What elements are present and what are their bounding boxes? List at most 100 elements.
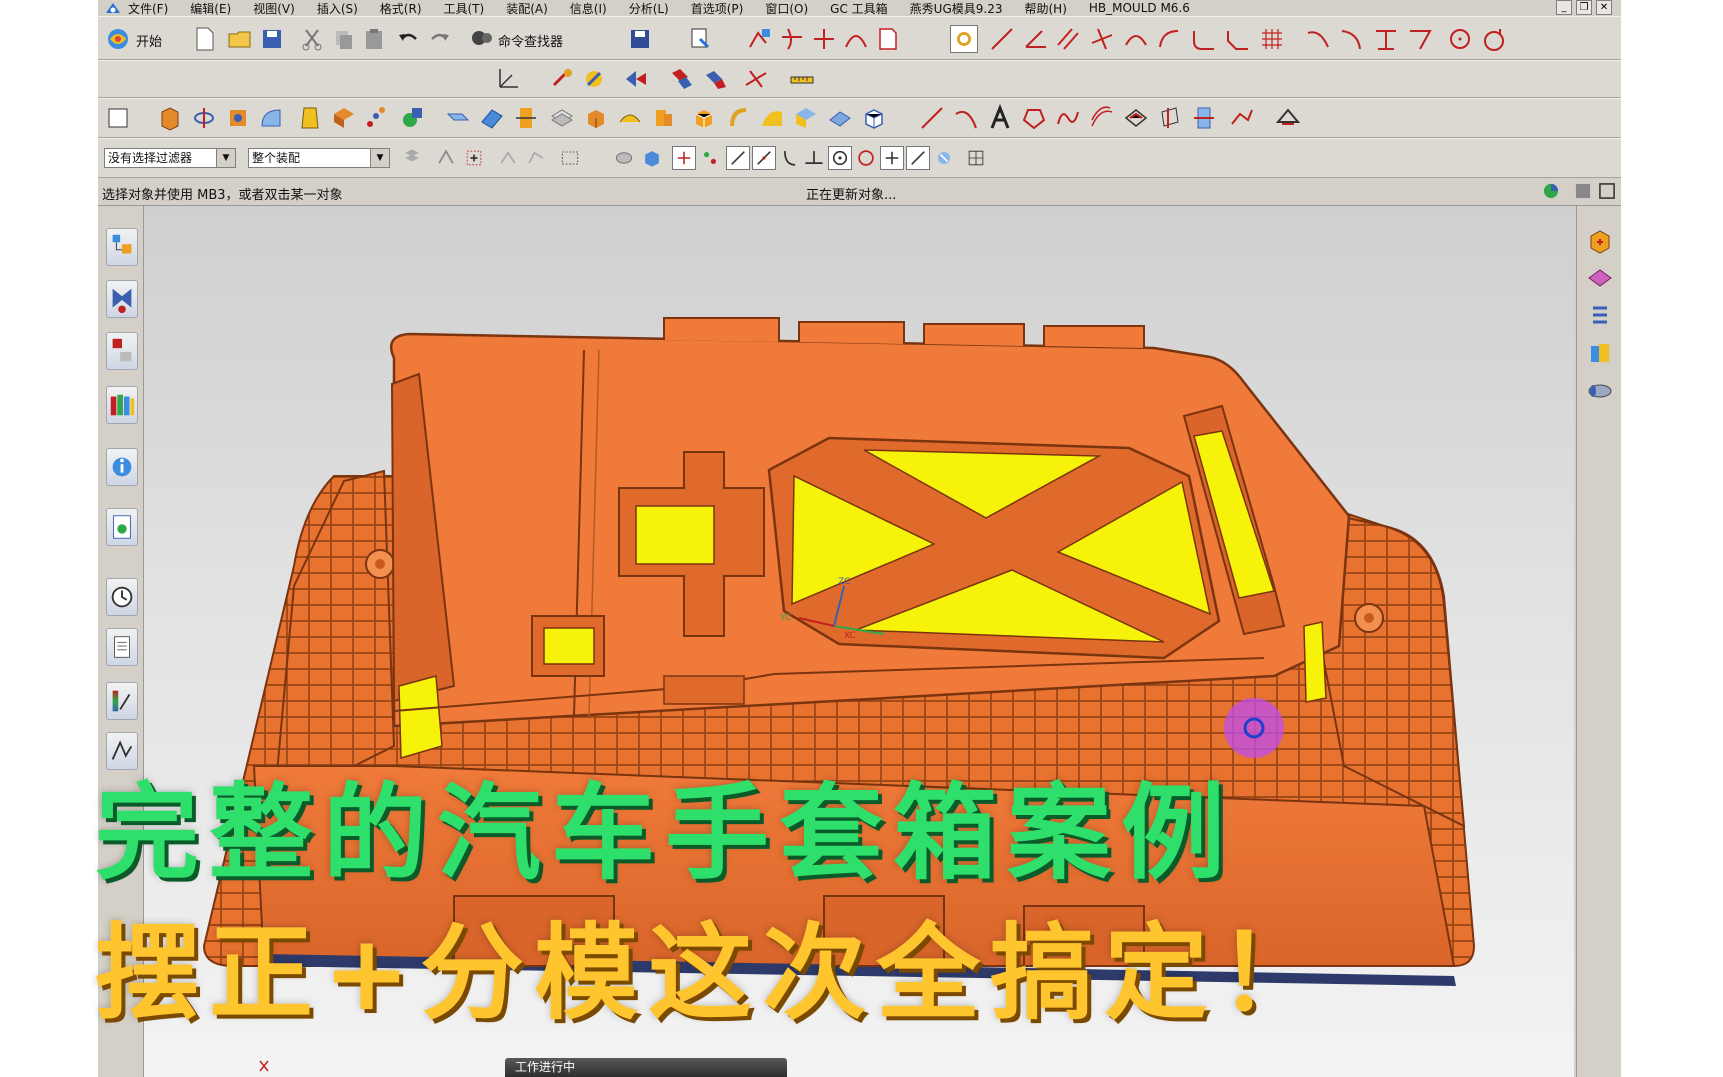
snap-point-toggle-icon[interactable] bbox=[950, 25, 978, 53]
information-icon[interactable] bbox=[686, 25, 714, 53]
assembly-navigator-icon[interactable] bbox=[106, 228, 138, 266]
wcs-origin-icon[interactable] bbox=[494, 65, 522, 93]
snap-midpoint-icon[interactable] bbox=[726, 146, 750, 170]
trim-body-icon[interactable] bbox=[512, 104, 540, 132]
circle-icon[interactable] bbox=[1446, 25, 1474, 53]
view-cube-icon[interactable] bbox=[860, 104, 888, 132]
unite-icon[interactable] bbox=[398, 104, 426, 132]
wcs-dynamic-icon[interactable] bbox=[580, 65, 608, 93]
patch-icon[interactable] bbox=[650, 104, 678, 132]
body-filter-icon[interactable] bbox=[612, 146, 636, 170]
trim-curve-icon[interactable] bbox=[778, 25, 806, 53]
parallel-line-icon[interactable] bbox=[1054, 25, 1082, 53]
transform-icon[interactable] bbox=[668, 65, 696, 93]
process-studio-icon[interactable] bbox=[106, 682, 138, 720]
offset-curve-icon[interactable] bbox=[1088, 104, 1116, 132]
move-object-icon[interactable] bbox=[622, 65, 650, 93]
graphics-window[interactable]: ZC YC XC bbox=[144, 206, 1574, 1077]
snap-perpendicular-icon[interactable] bbox=[802, 146, 826, 170]
menu-edit[interactable]: 编辑(E) bbox=[190, 0, 231, 17]
snap-intersection-icon[interactable] bbox=[906, 146, 930, 170]
close-button[interactable]: ✕ bbox=[1596, 0, 1612, 15]
angle-line-icon[interactable] bbox=[1022, 25, 1050, 53]
panel-toggle-icon[interactable] bbox=[1572, 180, 1594, 202]
perpendicular-line-icon[interactable] bbox=[1088, 25, 1116, 53]
web-browser-icon[interactable] bbox=[106, 508, 138, 546]
box-icon[interactable] bbox=[582, 104, 610, 132]
new-file-icon[interactable] bbox=[190, 25, 218, 53]
fillet-curve-icon[interactable] bbox=[1190, 25, 1218, 53]
snap-existing-point-icon[interactable] bbox=[880, 146, 904, 170]
wave-link-icon[interactable] bbox=[1274, 104, 1302, 132]
minimize-button[interactable]: _ bbox=[1556, 0, 1572, 15]
parting-tools-icon[interactable] bbox=[1585, 264, 1615, 294]
save-icon[interactable] bbox=[258, 25, 286, 53]
sketch-icon[interactable] bbox=[746, 25, 774, 53]
menu-file[interactable]: 文件(F) bbox=[128, 0, 168, 17]
snap-face-icon[interactable] bbox=[932, 146, 956, 170]
divide-curve-icon[interactable] bbox=[810, 25, 838, 53]
general-selection-filter-icon[interactable] bbox=[400, 146, 424, 170]
revolve-icon[interactable] bbox=[190, 104, 218, 132]
system-materials-icon[interactable] bbox=[106, 628, 138, 666]
save-as-icon[interactable] bbox=[626, 25, 654, 53]
display-mode-icon[interactable] bbox=[1540, 180, 1562, 202]
point-set-icon[interactable] bbox=[1228, 104, 1256, 132]
menu-hb-mould[interactable]: HB_MOULD M6.6 bbox=[1089, 1, 1190, 15]
curve-a-icon[interactable] bbox=[1304, 25, 1332, 53]
menu-assembly[interactable]: 装配(A) bbox=[506, 0, 548, 17]
menu-preferences[interactable]: 首选项(P) bbox=[691, 0, 744, 17]
reuse-library-icon[interactable] bbox=[106, 386, 138, 424]
mold-base-icon[interactable] bbox=[1585, 338, 1615, 368]
roles-icon[interactable] bbox=[106, 732, 138, 770]
snap-control-point-icon[interactable] bbox=[698, 146, 722, 170]
menu-yanxiu-mold[interactable]: 燕秀UG模具9.23 bbox=[910, 0, 1003, 17]
extrude-icon[interactable] bbox=[156, 104, 184, 132]
menu-tools[interactable]: 工具(T) bbox=[444, 0, 485, 17]
restore-button[interactable]: ❐ bbox=[1576, 0, 1592, 15]
drawing-sheet-icon[interactable] bbox=[874, 25, 902, 53]
measure-distance-icon[interactable] bbox=[742, 65, 770, 93]
ruler-icon[interactable] bbox=[788, 65, 816, 93]
curve-d-icon[interactable] bbox=[1406, 25, 1434, 53]
section-curve-icon[interactable] bbox=[1190, 104, 1218, 132]
menu-window[interactable]: 窗口(O) bbox=[765, 0, 808, 17]
snap-grid-icon[interactable] bbox=[964, 146, 988, 170]
hole-icon[interactable] bbox=[224, 104, 252, 132]
cooling-channel-icon[interactable] bbox=[1585, 376, 1615, 406]
select-region-icon[interactable] bbox=[496, 146, 520, 170]
face-filter-icon[interactable] bbox=[640, 146, 664, 170]
intersect-curve-icon[interactable] bbox=[1156, 104, 1184, 132]
line-red-icon[interactable] bbox=[918, 104, 946, 132]
bounded-plane-icon[interactable] bbox=[724, 104, 752, 132]
command-finder-icon[interactable] bbox=[468, 25, 496, 53]
through-curves-icon[interactable] bbox=[792, 104, 820, 132]
mirror-icon[interactable] bbox=[702, 65, 730, 93]
menu-gc-toolbox[interactable]: GC 工具箱 bbox=[830, 0, 888, 17]
extension-icon[interactable] bbox=[826, 104, 854, 132]
redo-icon[interactable] bbox=[426, 25, 454, 53]
project-curve-icon[interactable] bbox=[1122, 104, 1150, 132]
snap-endpoint-icon[interactable] bbox=[672, 146, 696, 170]
sketch-plane-icon[interactable] bbox=[104, 104, 132, 132]
curve-c-icon[interactable] bbox=[1372, 25, 1400, 53]
select-all-icon[interactable] bbox=[462, 146, 486, 170]
copy-icon[interactable] bbox=[330, 25, 358, 53]
blend-icon[interactable] bbox=[258, 104, 286, 132]
glove-box-model[interactable]: ZC YC XC bbox=[144, 206, 1574, 1077]
circle-point-icon[interactable] bbox=[1480, 25, 1508, 53]
undo-icon[interactable] bbox=[394, 25, 422, 53]
split-body-icon[interactable] bbox=[548, 104, 576, 132]
bridge-curve-icon[interactable] bbox=[842, 25, 870, 53]
start-menu-button[interactable]: 开始 bbox=[136, 31, 162, 50]
offset-face-icon[interactable] bbox=[444, 104, 472, 132]
spline-icon[interactable] bbox=[1054, 104, 1082, 132]
type-filter-icon[interactable] bbox=[434, 146, 458, 170]
info-help-icon[interactable] bbox=[106, 448, 138, 486]
line-icon[interactable] bbox=[988, 25, 1016, 53]
mold-wizard-icon[interactable] bbox=[1585, 226, 1615, 256]
start-icon[interactable] bbox=[104, 25, 132, 53]
wcs-rotate-icon[interactable] bbox=[548, 65, 576, 93]
snap-arc-center-icon[interactable] bbox=[828, 146, 852, 170]
menu-format[interactable]: 格式(R) bbox=[380, 0, 422, 17]
